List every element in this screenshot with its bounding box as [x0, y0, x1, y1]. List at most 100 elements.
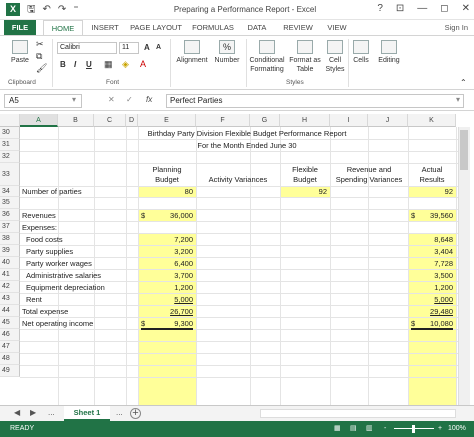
row-header[interactable]: 48 [0, 353, 20, 365]
row-header[interactable]: 41 [0, 269, 20, 281]
page-layout-view-icon[interactable]: ▤ [350, 421, 357, 437]
tab-file[interactable]: FILE [4, 20, 36, 36]
close-button[interactable]: ✕ [462, 3, 470, 14]
tab-insert[interactable]: INSERT [88, 20, 122, 36]
bold-button[interactable]: B [60, 60, 66, 69]
zoom-slider-thumb[interactable] [412, 425, 415, 433]
zoom-out-button[interactable]: - [384, 421, 386, 437]
enter-icon[interactable]: ✓ [126, 95, 133, 104]
row-header[interactable]: 47 [0, 341, 20, 353]
undo-icon[interactable]: ↶ [43, 3, 51, 16]
shrink-font-button[interactable]: A [156, 44, 161, 51]
column-header-i[interactable]: I [330, 114, 368, 127]
row-header[interactable]: 34 [0, 186, 20, 197]
insert-function-icon[interactable]: fx [146, 95, 152, 104]
underline-button[interactable]: U [86, 60, 92, 69]
row-header[interactable]: 35 [0, 197, 20, 209]
font-name-select[interactable]: Calibri [57, 42, 117, 54]
clipboard-group-label: Clipboard [8, 79, 36, 86]
row-header[interactable]: 44 [0, 305, 20, 317]
column-header-k[interactable]: K [408, 114, 456, 127]
column-header-j[interactable]: J [368, 114, 408, 127]
minimize-button[interactable]: — [417, 3, 427, 14]
column-header-a[interactable]: A [20, 114, 58, 127]
name-box-dropdown-icon[interactable]: ▾ [72, 95, 76, 104]
ribbon-display-button[interactable]: ⊡ [396, 3, 404, 14]
column-header-g[interactable]: G [250, 114, 280, 127]
borders-icon[interactable]: ▦ [104, 60, 113, 69]
column-header-b[interactable]: B [58, 114, 94, 127]
tab-page-layout[interactable]: PAGE LAYOUT [128, 20, 184, 36]
row-header[interactable]: 36 [0, 209, 20, 221]
prev-sheet-icon[interactable]: ◀ [14, 408, 20, 417]
column-header-c[interactable]: C [94, 114, 126, 127]
name-box[interactable]: A5 [4, 94, 82, 108]
format-as-table-button[interactable]: Format as Table [288, 40, 322, 74]
next-sheet-icon[interactable]: ▶ [30, 408, 36, 417]
column-header-h[interactable]: H [280, 114, 330, 127]
row-header[interactable]: 30 [0, 127, 20, 139]
tab-review[interactable]: REVIEW [278, 20, 318, 36]
column-header-d[interactable]: D [126, 114, 138, 127]
page-break-view-icon[interactable]: ▥ [366, 421, 373, 437]
row-header[interactable]: 43 [0, 293, 20, 305]
expand-formula-bar-icon[interactable]: ▾ [456, 95, 460, 104]
row-header[interactable]: 38 [0, 233, 20, 245]
cut-icon[interactable]: ✂ [36, 40, 44, 49]
column-header-f[interactable]: F [196, 114, 250, 127]
sheets-more-left[interactable]: ... [48, 408, 55, 417]
row-header[interactable]: 37 [0, 221, 20, 233]
title-bar: X 🖫 ↶ ↷ ⁼ Preparing a Performance Report… [0, 0, 474, 20]
select-all-corner[interactable] [0, 114, 20, 127]
row-header[interactable]: 45 [0, 317, 20, 329]
row-header[interactable]: 40 [0, 257, 20, 269]
redo-icon[interactable]: ↷ [58, 3, 66, 16]
cells-button[interactable]: Cells [350, 40, 372, 65]
row-header[interactable]: 31 [0, 139, 20, 151]
tab-view[interactable]: VIEW [322, 20, 352, 36]
sheets-more-right[interactable]: ... [116, 408, 123, 417]
actual-value: 5,000 [434, 295, 453, 304]
number-button[interactable]: % Number [212, 40, 242, 65]
tab-home[interactable]: HOME [43, 20, 83, 36]
row-header[interactable]: 33 [0, 163, 20, 186]
collapse-ribbon-icon[interactable]: ⌃ [460, 78, 467, 87]
alignment-button[interactable]: Alignment [174, 40, 210, 65]
font-size-select[interactable]: 11 [119, 42, 139, 54]
formula-input[interactable]: Perfect Parties [166, 94, 464, 108]
editing-button[interactable]: Editing [376, 40, 402, 65]
column-header-e[interactable]: E [138, 114, 196, 127]
gridline [20, 377, 470, 378]
row-header[interactable]: 42 [0, 281, 20, 293]
normal-view-icon[interactable]: ▦ [334, 421, 341, 437]
scrollbar-thumb[interactable] [460, 130, 468, 170]
worksheet-grid[interactable]: A B C D E F G H I J K 30 31 32 33 34 35 … [0, 114, 474, 405]
paste-button[interactable]: Paste [6, 40, 34, 65]
new-sheet-button[interactable]: + [130, 408, 141, 419]
tab-formulas[interactable]: FORMULAS [190, 20, 236, 36]
format-painter-icon[interactable]: 🖌 [36, 64, 47, 73]
row-header[interactable]: 32 [0, 151, 20, 163]
grow-font-button[interactable]: A [144, 43, 150, 52]
maximize-button[interactable]: ◻ [440, 3, 448, 14]
italic-button[interactable]: I [74, 60, 76, 69]
save-icon[interactable]: 🖫 [27, 3, 36, 16]
tab-data[interactable]: DATA [242, 20, 272, 36]
fill-color-icon[interactable]: ◈ [122, 60, 129, 69]
zoom-in-button[interactable]: + [438, 421, 442, 437]
row-header[interactable]: 49 [0, 365, 20, 377]
customize-qat-icon[interactable]: ⁼ [73, 3, 78, 16]
conditional-formatting-button[interactable]: Conditional Formatting [248, 40, 286, 74]
horizontal-scrollbar[interactable] [260, 409, 456, 418]
row-header[interactable]: 39 [0, 245, 20, 257]
cell-styles-button[interactable]: Cell Styles [322, 40, 348, 74]
sheet-tab-sheet1[interactable]: Sheet 1 [64, 406, 110, 421]
font-color-icon[interactable]: A [140, 60, 146, 69]
cell-styles-label: Cell Styles [325, 57, 345, 73]
zoom-level[interactable]: 100% [448, 421, 466, 437]
cancel-icon[interactable]: ✕ [108, 95, 115, 104]
row-header[interactable]: 46 [0, 329, 20, 341]
copy-icon[interactable]: ⧉ [36, 52, 42, 61]
sign-in-link[interactable]: Sign In [445, 20, 468, 36]
help-button[interactable]: ? [377, 3, 383, 14]
